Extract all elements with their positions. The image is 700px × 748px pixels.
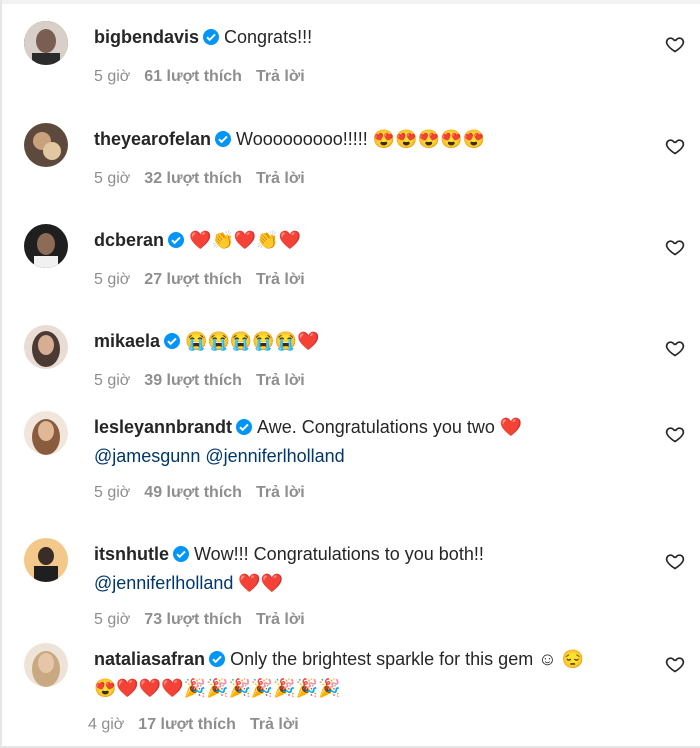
verified-badge-icon — [167, 230, 185, 256]
comment-text: mikaela 😭😭😭😭😭❤️ — [94, 328, 654, 357]
reply-button[interactable]: Trả lời — [256, 68, 305, 85]
comment-meta: 5 giờ 32 lượt thích Trả lời — [94, 170, 319, 188]
avatar-image — [24, 123, 68, 167]
username-link[interactable]: mikaela — [94, 331, 160, 351]
likes-count[interactable]: 49 lượt thích — [144, 484, 242, 501]
likes-count[interactable]: 17 lượt thích — [138, 716, 236, 733]
comment-body: Wow!!! Congratulations to you both!! — [194, 544, 484, 564]
reply-button[interactable]: Trả lời — [256, 484, 305, 501]
avatar-image — [24, 21, 68, 65]
reply-button[interactable]: Trả lời — [250, 716, 299, 733]
comment-body: Congrats!!! — [224, 27, 313, 47]
like-heart-icon[interactable] — [665, 237, 685, 257]
like-heart-icon[interactable] — [665, 551, 685, 571]
emoji-sequence: ❤️👏❤️👏❤️ — [189, 230, 302, 250]
comment-meta: 5 giờ 27 lượt thích Trả lời — [94, 271, 319, 289]
verified-badge-icon — [235, 417, 253, 443]
likes-count[interactable]: 32 lượt thích — [144, 170, 242, 187]
username-link[interactable]: bigbendavis — [94, 27, 199, 47]
emoji-sequence: 😍😍😍😍😍 — [372, 129, 485, 149]
comment-body: Wooooooooo!!!!! — [236, 129, 368, 149]
comment-text: lesleyannbrandt Awe. Congratulations you … — [94, 414, 654, 469]
username-link[interactable]: nataliasafran — [94, 649, 205, 669]
username-link[interactable]: theyearofelan — [94, 129, 211, 149]
comment-time[interactable]: 5 giờ — [94, 611, 130, 628]
comment-time[interactable]: 5 giờ — [94, 271, 130, 288]
avatar-image — [24, 325, 68, 369]
left-border — [0, 0, 2, 748]
reply-button[interactable]: Trả lời — [256, 271, 305, 288]
likes-count[interactable]: 39 lượt thích — [144, 372, 242, 389]
reply-button[interactable]: Trả lời — [256, 170, 305, 187]
avatar-image — [24, 643, 68, 687]
comment-time[interactable]: 5 giờ — [94, 68, 130, 85]
comment-time[interactable]: 5 giờ — [94, 170, 130, 187]
comment-text: bigbendavis Congrats!!! — [94, 24, 654, 53]
likes-count[interactable]: 61 lượt thích — [144, 68, 242, 85]
comment-meta: 4 giờ 17 lượt thích Trả lời — [88, 716, 313, 734]
verified-badge-icon — [172, 544, 190, 570]
verified-badge-icon — [214, 129, 232, 155]
comment-meta: 5 giờ 73 lượt thích Trả lời — [94, 611, 319, 629]
avatar[interactable] — [24, 325, 68, 369]
emoji-sequence: 😍❤️❤️❤️🎉🎉🎉🎉🎉🎉🎉 — [94, 678, 341, 698]
comment-meta: 5 giờ 49 lượt thích Trả lời — [94, 484, 319, 502]
emoji-sequence: ❤️ — [499, 417, 523, 437]
emoji-sequence: 😔 — [561, 649, 585, 669]
comment-time[interactable]: 4 giờ — [88, 716, 124, 733]
avatar[interactable] — [24, 411, 68, 455]
username-link[interactable]: lesleyannbrandt — [94, 417, 232, 437]
avatar-image — [24, 538, 68, 582]
comment-meta: 5 giờ 61 lượt thích Trả lời — [94, 68, 319, 86]
comment-time[interactable]: 5 giờ — [94, 484, 130, 501]
avatar[interactable] — [24, 123, 68, 167]
verified-badge-icon — [208, 649, 226, 675]
reply-button[interactable]: Trả lời — [256, 372, 305, 389]
avatar-image — [24, 411, 68, 455]
comment-text: dcberan ❤️👏❤️👏❤️ — [94, 227, 654, 256]
likes-count[interactable]: 27 lượt thích — [144, 271, 242, 288]
emoji-sequence: 😭😭😭😭😭❤️ — [185, 331, 320, 351]
avatar[interactable] — [24, 538, 68, 582]
verified-badge-icon — [202, 27, 220, 53]
like-heart-icon[interactable] — [665, 34, 685, 54]
comment-text: theyearofelan Wooooooooo!!!!! 😍😍😍😍😍 — [94, 126, 654, 155]
top-border — [0, 0, 700, 4]
mention-links[interactable]: @jenniferlholland — [94, 573, 233, 593]
like-heart-icon[interactable] — [665, 338, 685, 358]
comment-text: itsnhutle Wow!!! Congratulations to you b… — [94, 541, 654, 596]
verified-badge-icon — [163, 331, 181, 357]
comment-body: Only the brightest sparkle for this gem … — [230, 649, 557, 669]
mention-links[interactable]: @jamesgunn @jenniferlholland — [94, 446, 345, 466]
comment-body: Awe. Congratulations you two — [257, 417, 495, 437]
comment-time[interactable]: 5 giờ — [94, 372, 130, 389]
likes-count[interactable]: 73 lượt thích — [144, 611, 242, 628]
avatar-image — [24, 224, 68, 268]
like-heart-icon[interactable] — [665, 424, 685, 444]
avatar[interactable] — [24, 224, 68, 268]
like-heart-icon[interactable] — [665, 136, 685, 156]
comment-meta: 5 giờ 39 lượt thích Trả lời — [94, 372, 319, 390]
reply-button[interactable]: Trả lời — [256, 611, 305, 628]
like-heart-icon[interactable] — [665, 654, 685, 674]
username-link[interactable]: itsnhutle — [94, 544, 169, 564]
avatar[interactable] — [24, 643, 68, 687]
emoji-sequence: ❤️❤️ — [238, 573, 284, 593]
comment-text: nataliasafran Only the brightest sparkle … — [94, 646, 654, 701]
avatar[interactable] — [24, 21, 68, 65]
username-link[interactable]: dcberan — [94, 230, 164, 250]
